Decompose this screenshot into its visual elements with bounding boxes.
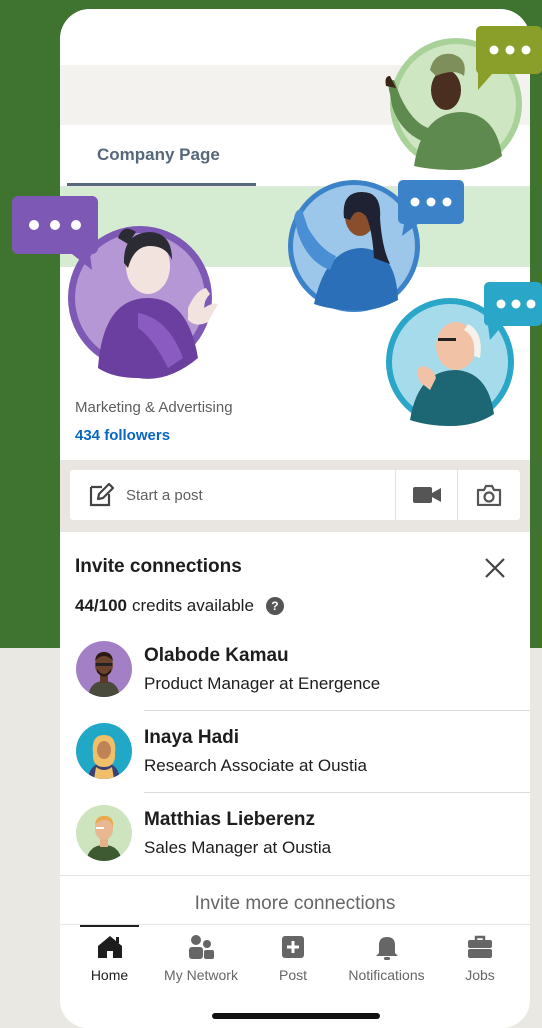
tab-company-page[interactable]: Company Page [97,145,220,165]
invite-more-button[interactable]: Invite more connections [60,893,530,915]
chat-bubble-icon [484,282,542,340]
nav-my-network-label: My Network [164,967,238,983]
credits-count: 44/100 [75,596,127,615]
connection-name: Inaya Hadi [144,727,240,748]
credits-info: 44/100 credits available ? [75,596,284,616]
nav-notifications[interactable]: Notifications [340,925,433,995]
connection-name: Matthias Lieberenz [144,809,316,830]
nav-post-label: Post [278,967,307,983]
nav-jobs[interactable]: Jobs [456,925,504,995]
invite-title: Invite connections [75,556,242,577]
connection-row[interactable]: Inaya Hadi Research Associate at Oustia [60,711,530,793]
connection-row[interactable]: Matthias Lieberenz Sales Manager at Oust… [60,793,530,875]
post-bar: Start a post [70,470,520,520]
avatar [76,805,132,861]
briefcase-icon [468,935,492,958]
chat-bubble-icon [12,196,98,270]
chat-bubble-icon [398,180,464,236]
bell-icon [375,937,398,960]
video-camera-icon [412,487,441,503]
nav-home[interactable]: Home [80,925,139,995]
section-divider [60,875,530,876]
connection-headline: Sales Manager at Oustia [144,838,332,857]
company-followers-link[interactable]: 434 followers [75,427,233,444]
nav-home-label: Home [90,967,129,983]
connection-headline: Research Associate at Oustia [144,756,368,775]
connection-name: Olabode Kamau [144,645,289,666]
pencil-icon [89,482,114,507]
network-icon [189,935,214,959]
camera-icon [476,484,502,506]
credits-text: credits available [132,596,254,615]
nav-post[interactable]: Post [265,925,321,995]
post-bar-container: Start a post [60,460,530,532]
start-post-button[interactable]: Start a post [70,470,397,520]
connection-headline: Product Manager at Energence [144,674,381,693]
plus-square-icon [282,936,304,958]
nav-jobs-label: Jobs [465,967,495,983]
nav-notifications-label: Notifications [348,967,425,983]
company-industry: Marketing & Advertising [75,399,233,416]
company-meta: Marketing & Advertising 434 followers [75,399,233,444]
chat-bubble-icon [476,26,542,90]
tab-active-indicator [67,183,256,186]
help-icon[interactable]: ? [265,597,284,615]
avatar [76,641,132,697]
close-icon[interactable] [482,555,508,581]
home-icon [97,936,122,958]
video-button[interactable] [396,470,459,520]
avatar [76,723,132,779]
photo-button[interactable] [458,470,520,520]
start-post-label: Start a post [126,486,203,504]
connection-row[interactable]: Olabode Kamau Product Manager at Energen… [60,629,530,711]
nav-my-network[interactable]: My Network [156,925,246,995]
home-indicator [212,1013,380,1019]
